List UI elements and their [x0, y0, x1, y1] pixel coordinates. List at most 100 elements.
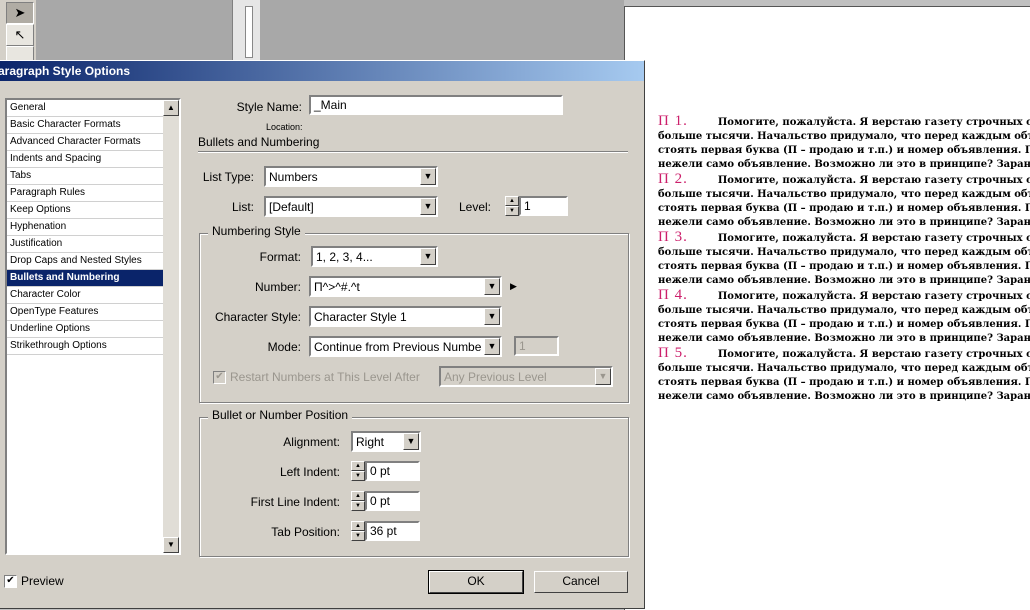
section-title: Bullets and Numbering — [198, 135, 320, 149]
tab-position-input[interactable]: 36 pt — [365, 521, 420, 541]
chevron-down-icon[interactable]: ▼ — [420, 168, 436, 185]
left-indent-stepper[interactable]: ▲ ▼ — [351, 461, 365, 481]
ok-button[interactable]: OK — [428, 570, 524, 594]
character-style-dropdown[interactable]: Character Style 1 ▼ — [309, 306, 502, 327]
scroll-down-button[interactable]: ▼ — [163, 537, 179, 553]
category-item[interactable]: Character Color — [7, 287, 163, 304]
paragraph-line: стоять первая буква (П – продаю и т.п.) … — [658, 203, 1030, 214]
spin-up-icon[interactable]: ▲ — [351, 521, 365, 531]
triangle-up-icon: ▲ — [167, 103, 175, 112]
mode-dropdown[interactable]: Continue from Previous Number ▼ — [309, 336, 502, 357]
list-type-value: Numbers — [269, 170, 318, 184]
paragraph-line: Помогите, пожалуйста. Я верстаю газету с… — [717, 175, 1030, 186]
dialog-title[interactable]: aragraph Style Options — [0, 61, 644, 81]
paragraph-line: стоять первая буква (П – продаю и т.п.) … — [658, 377, 1030, 388]
category-item[interactable]: OpenType Features — [7, 304, 163, 321]
cancel-button[interactable]: Cancel — [534, 571, 628, 593]
spin-up-icon[interactable]: ▲ — [505, 196, 519, 206]
paragraph-number: П 5. — [658, 345, 688, 361]
category-item[interactable]: Hyphenation — [7, 219, 163, 236]
style-name-input[interactable]: _Main — [309, 95, 563, 115]
level-stepper[interactable]: ▲ ▼ — [505, 196, 519, 216]
category-item[interactable]: Bullets and Numbering — [7, 270, 163, 287]
first-line-indent-input[interactable]: 0 pt — [365, 491, 420, 511]
level-input[interactable]: 1 — [519, 196, 568, 216]
number-label: Number: — [254, 280, 301, 294]
paragraph-number: П 4. — [658, 287, 688, 303]
chevron-down-icon[interactable]: ▼ — [420, 248, 436, 265]
style-name-label: Style Name: — [236, 100, 302, 114]
spin-up-icon[interactable]: ▲ — [351, 461, 365, 471]
paragraph-line: Помогите, пожалуйста. Я верстаю газету с… — [717, 291, 1030, 302]
spin-down-icon[interactable]: ▼ — [351, 501, 365, 511]
category-item[interactable]: Justification — [7, 236, 163, 253]
category-list-scrollbar[interactable]: ▲ ▼ — [163, 100, 179, 553]
paragraph-line: больше тысячи. Начальство придумало, что… — [658, 247, 1030, 258]
chevron-down-icon[interactable]: ▼ — [420, 198, 436, 215]
paragraph-line: Помогите, пожалуйста. Я верстаю газету с… — [717, 233, 1030, 244]
format-label: Format: — [259, 250, 301, 264]
scroll-up-button[interactable]: ▲ — [163, 100, 179, 116]
category-item[interactable]: Indents and Spacing — [7, 151, 163, 168]
category-item[interactable]: Tabs — [7, 168, 163, 185]
character-style-value: Character Style 1 — [314, 310, 407, 324]
document-text-frame[interactable]: П 1. Помогите, пожалуйста. Я верстаю газе… — [658, 114, 1030, 404]
chevron-down-icon[interactable]: ▼ — [595, 368, 611, 385]
chevron-down-icon[interactable]: ▼ — [484, 308, 500, 325]
paragraph-line: больше тысячи. Начальство придумало, что… — [658, 131, 1030, 142]
paragraph-line: Помогите, пожалуйста. Я верстаю газету с… — [717, 349, 1030, 360]
spin-down-icon[interactable]: ▼ — [505, 206, 519, 216]
list-value: [Default] — [269, 200, 314, 214]
direct-selection-tool[interactable]: ↖ — [6, 24, 34, 46]
alignment-label: Alignment: — [283, 435, 340, 449]
restart-numbers-checkbox[interactable]: ✔ — [213, 371, 226, 384]
first-line-indent-label: First Line Indent: — [250, 495, 340, 509]
list-dropdown[interactable]: [Default] ▼ — [264, 196, 438, 217]
preview-checkbox[interactable]: ✔ — [4, 575, 17, 588]
category-list[interactable]: General Basic Character Formats Advanced C… — [5, 98, 181, 555]
selection-tool[interactable]: ➤ — [6, 2, 34, 24]
left-indent-input[interactable]: 0 pt — [365, 461, 420, 481]
category-item[interactable]: Drop Caps and Nested Styles — [7, 253, 163, 270]
pasteboard-area — [36, 0, 232, 62]
category-item[interactable]: Strikethrough Options — [7, 338, 163, 355]
category-item[interactable]: General — [7, 100, 163, 117]
insert-special-character-icon[interactable]: ▶ — [510, 281, 517, 292]
list-label: List: — [231, 200, 254, 214]
mode-start-input[interactable]: 1 — [514, 336, 559, 356]
alignment-dropdown[interactable]: Right ▼ — [351, 431, 421, 452]
paragraph-line: нежели само объявление. Возможно ли это … — [658, 159, 1030, 170]
paragraph-style-options-dialog: aragraph Style Options General Basic Char… — [0, 60, 645, 609]
paragraph-line: нежели само объявление. Возможно ли это … — [658, 275, 1030, 286]
format-dropdown[interactable]: 1, 2, 3, 4... ▼ — [311, 246, 438, 267]
list-type-dropdown[interactable]: Numbers ▼ — [264, 166, 438, 187]
left-indent-label: Left Indent: — [279, 465, 340, 479]
tab-position-label: Tab Position: — [271, 525, 340, 539]
restart-level-dropdown[interactable]: Any Previous Level ▼ — [439, 366, 613, 387]
chevron-down-icon[interactable]: ▼ — [484, 278, 500, 295]
document-paragraph: П 1. Помогите, пожалуйста. Я верстаю газе… — [658, 114, 1030, 172]
alignment-value: Right — [356, 435, 385, 449]
tab-position-stepper[interactable]: ▲ ▼ — [351, 521, 365, 541]
spin-down-icon[interactable]: ▼ — [351, 531, 365, 541]
category-item[interactable]: Advanced Character Formats — [7, 134, 163, 151]
spin-up-icon[interactable]: ▲ — [351, 491, 365, 501]
chevron-down-icon[interactable]: ▼ — [403, 433, 419, 450]
preview-label[interactable]: Preview — [21, 574, 64, 588]
ruler-scrollbar[interactable] — [245, 6, 253, 58]
paragraph-line: Помогите, пожалуйста. Я верстаю газету с… — [717, 117, 1030, 128]
pasteboard-canvas — [260, 0, 624, 62]
spin-down-icon[interactable]: ▼ — [351, 471, 365, 481]
chevron-down-icon[interactable]: ▼ — [484, 338, 500, 355]
arrow-pointer-icon: ➤ — [14, 5, 26, 20]
category-item[interactable]: Paragraph Rules — [7, 185, 163, 202]
character-style-label: Character Style: — [214, 310, 301, 324]
triangle-down-icon: ▼ — [167, 540, 175, 549]
document-paragraph: П 2. Помогите, пожалуйста. Я верстаю газе… — [658, 172, 1030, 230]
category-item[interactable]: Basic Character Formats — [7, 117, 163, 134]
number-dropdown[interactable]: П^>^#.^t ▼ — [309, 276, 502, 297]
category-items: General Basic Character Formats Advanced C… — [7, 100, 163, 355]
first-line-indent-stepper[interactable]: ▲ ▼ — [351, 491, 365, 511]
category-item[interactable]: Underline Options — [7, 321, 163, 338]
category-item[interactable]: Keep Options — [7, 202, 163, 219]
